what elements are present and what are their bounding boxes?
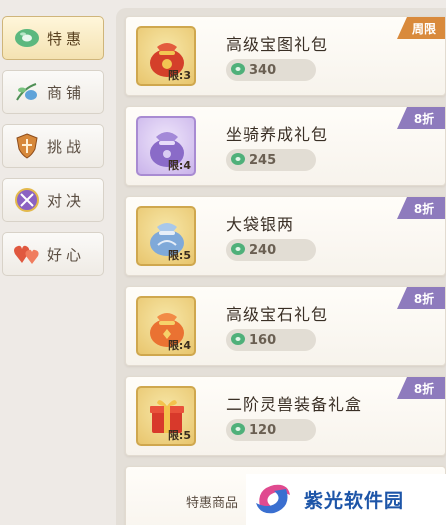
jade-currency-icon	[230, 421, 246, 440]
herb-icon	[13, 78, 41, 106]
purchase-limit: 限:5	[167, 249, 191, 262]
swirl-logo-icon	[252, 477, 294, 523]
jade-currency-icon	[230, 241, 246, 260]
price-pill: 160	[226, 329, 316, 351]
tab-label: 商铺	[47, 83, 86, 102]
price-pill: 240	[226, 239, 316, 261]
orange-gem-bag-icon: 限:4	[136, 296, 196, 356]
red-gift-box-icon: 限:5	[136, 386, 196, 446]
price-pill: 120	[226, 419, 316, 441]
discount-badge: 8折	[397, 107, 445, 129]
item-name: 二阶灵兽装备礼盒	[226, 395, 363, 414]
price-value: 120	[249, 422, 277, 438]
price-pill: 245	[226, 149, 316, 171]
purchase-limit: 限:3	[167, 69, 191, 82]
purple-pouch-icon: 限:4	[136, 116, 196, 176]
tab-kindness[interactable]: 好心	[2, 232, 104, 276]
weekly-limit-badge: 周限	[397, 17, 445, 39]
watermark-logo: 紫光软件园	[246, 474, 446, 525]
offer-card[interactable]: 限:4 高级宝石礼包 160 8折	[125, 286, 446, 366]
tab-challenge[interactable]: 挑战	[2, 124, 104, 168]
tab-label: 对决	[47, 191, 86, 210]
item-name: 高级宝石礼包	[226, 305, 329, 324]
silver-bag-icon: 限:5	[136, 206, 196, 266]
offer-card[interactable]: 限:5 二阶灵兽装备礼盒 120 8折	[125, 376, 446, 456]
offer-card[interactable]: 限:4 坐骑养成礼包 245 8折	[125, 106, 446, 186]
offer-list-panel: 限:3 高级宝图礼包 340 周限 限:4 坐骑养成礼包 245 8折 限:5 …	[116, 8, 446, 525]
discount-badge: 8折	[397, 197, 445, 219]
category-tabs: 特惠 商铺 挑战 对决 好心	[0, 0, 112, 525]
tab-label: 挑战	[47, 137, 86, 156]
price-value: 160	[249, 332, 277, 348]
item-name: 高级宝图礼包	[226, 35, 329, 54]
price-value: 340	[249, 62, 277, 78]
jade-currency-icon	[230, 331, 246, 350]
tab-label: 好心	[47, 245, 86, 264]
item-name: 大袋银两	[226, 215, 295, 234]
shield-icon	[13, 132, 41, 160]
hearts-icon	[13, 240, 41, 268]
purchase-limit: 限:4	[167, 339, 191, 352]
jade-currency-icon	[230, 151, 246, 170]
purchase-limit: 限:5	[167, 429, 191, 442]
price-value: 245	[249, 152, 277, 168]
price-pill: 340	[226, 59, 316, 81]
offer-card[interactable]: 限:5 大袋银两 240 8折	[125, 196, 446, 276]
crossed-swords-icon	[13, 186, 41, 214]
jade-currency-icon	[230, 61, 246, 80]
watermark-text: 紫光软件园	[304, 490, 405, 512]
item-name: 坐骑养成礼包	[226, 125, 329, 144]
offer-card[interactable]: 限:3 高级宝图礼包 340 周限	[125, 16, 446, 96]
tab-special-offer[interactable]: 特惠	[2, 16, 104, 60]
jade-icon	[13, 24, 41, 52]
red-treasure-bag-icon: 限:3	[136, 26, 196, 86]
price-value: 240	[249, 242, 277, 258]
discount-badge: 8折	[397, 287, 445, 309]
purchase-limit: 限:4	[167, 159, 191, 172]
discount-badge: 8折	[397, 377, 445, 399]
tab-duel[interactable]: 对决	[2, 178, 104, 222]
tab-shop[interactable]: 商铺	[2, 70, 104, 114]
tab-label: 特惠	[47, 29, 86, 48]
footer-label: 特惠商品	[186, 496, 239, 511]
